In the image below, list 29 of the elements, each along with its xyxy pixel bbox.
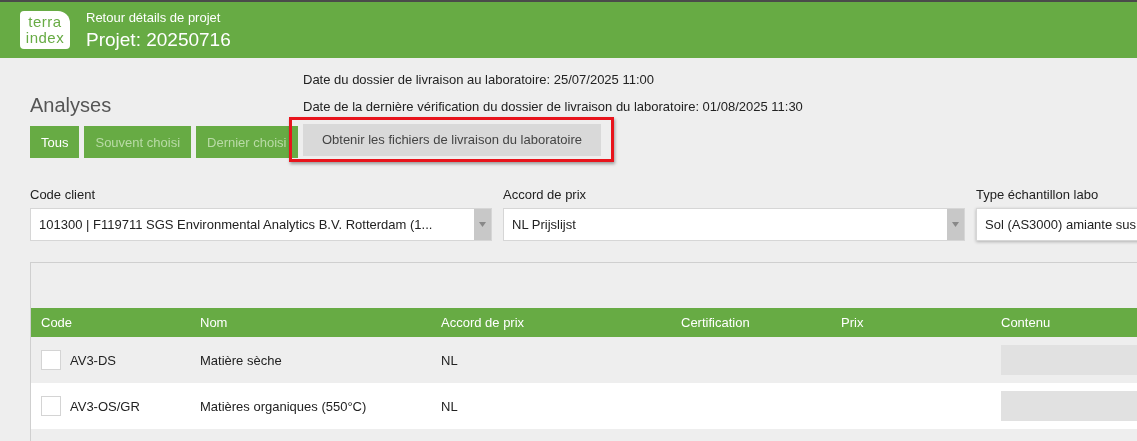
table-cell: AV3-DS xyxy=(70,352,116,368)
column-header: Contenu xyxy=(1001,315,1052,330)
column-header: Nom xyxy=(200,315,229,330)
dropdown-arrow-icon xyxy=(952,222,959,227)
table-cell: AV3-OS/GR xyxy=(70,398,140,414)
dropdown-arrow-icon xyxy=(479,222,486,227)
field-label: Accord de prix xyxy=(503,187,588,204)
column-header: Certification xyxy=(681,315,751,330)
checkbox[interactable] xyxy=(41,350,61,370)
get-files-button[interactable]: Obtenir les fichiers de livraison du laboratoire xyxy=(303,123,601,156)
section-title: Analyses xyxy=(30,94,113,117)
info-text: Date du dossier de livraison au laboratoire: 25/07/2025 11:00 xyxy=(303,71,655,89)
dropdown-field[interactable]: Sol (AS3000) amiante sus xyxy=(976,208,1137,241)
dropdown-field[interactable]: 101300 | F119711 SGS Environmental Analytics B.V. Rotterdam (1... xyxy=(30,208,492,241)
info-text: Date de la dernière vérification du dossier de livraison du laboratoire: 01/08/2025 11:30 xyxy=(303,98,803,116)
column-header: Prix xyxy=(841,315,865,330)
checkbox[interactable] xyxy=(41,396,61,416)
column-header: Code xyxy=(41,315,74,330)
field-label: Code client xyxy=(30,187,97,204)
logo: terra index xyxy=(20,11,70,49)
column-header: Accord de prix xyxy=(441,315,526,330)
table-cell-text: NL xyxy=(441,352,459,368)
field-label: Type échantillon labo xyxy=(976,187,1100,204)
table-cell-text: NL xyxy=(441,398,459,414)
table-cell-text: Matière sèche xyxy=(200,352,283,368)
table-cell-text: Matières organiques (550°C) xyxy=(200,398,368,414)
page-subtitle: Retour détails de projet xyxy=(86,9,222,25)
dropdown-field[interactable]: NL Prijslijst xyxy=(503,208,965,241)
page-title: Projet: 20250716 xyxy=(86,28,231,51)
